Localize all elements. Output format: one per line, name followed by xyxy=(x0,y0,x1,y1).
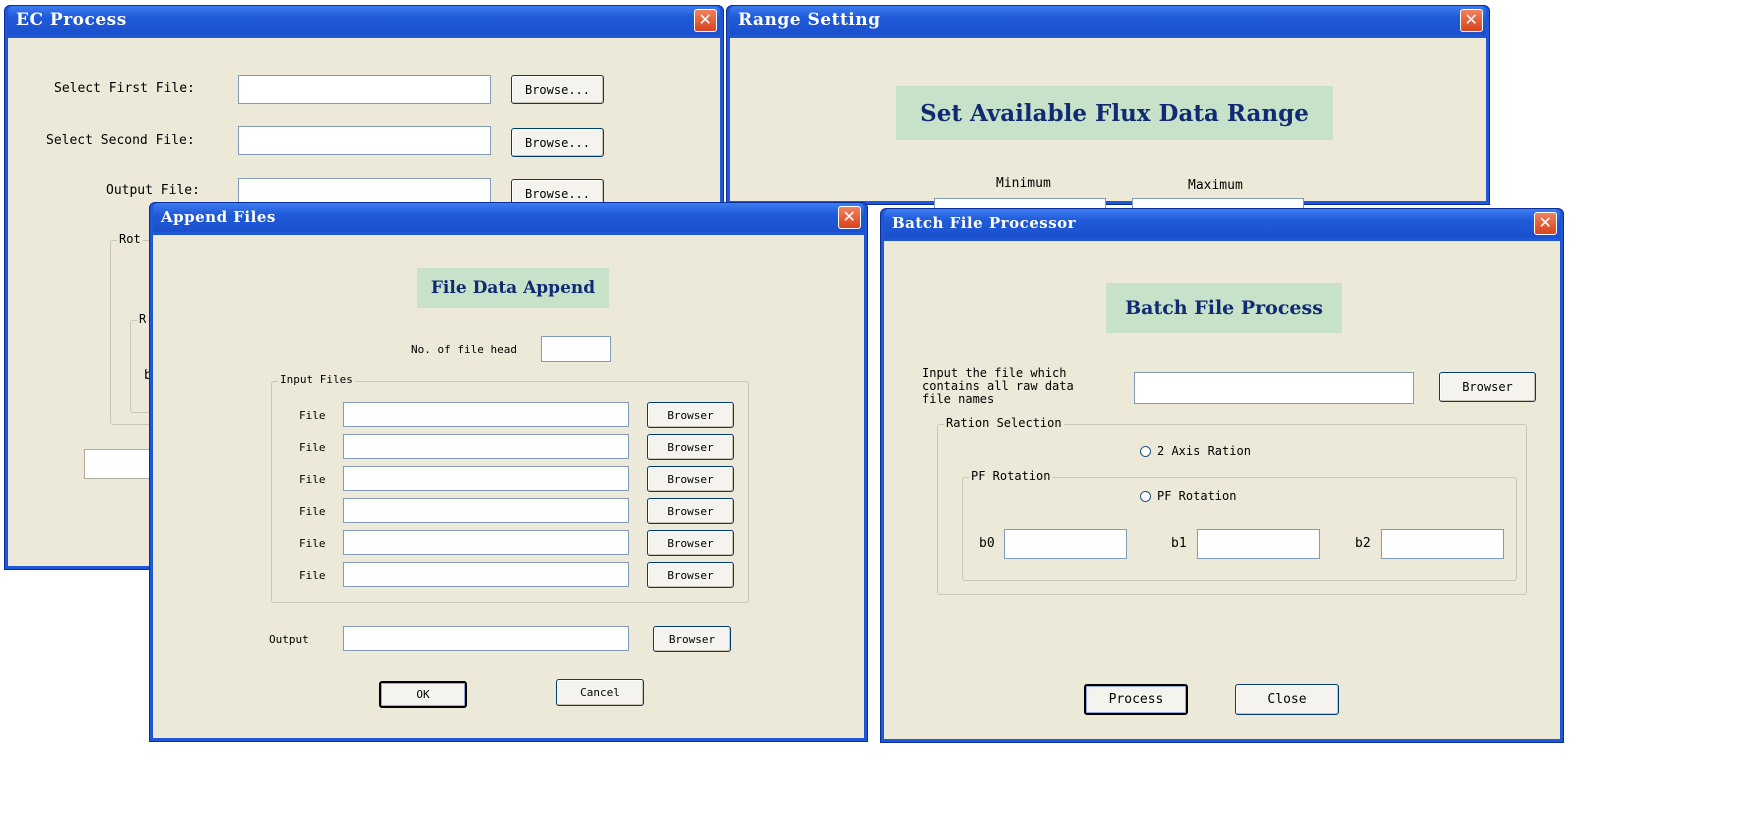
file-row-input[interactable] xyxy=(343,434,629,459)
pf-rotation-radio[interactable]: PF Rotation xyxy=(1140,489,1236,503)
range-setting-banner: Set Available Flux Data Range xyxy=(896,86,1333,140)
ec-process-titlebar[interactable]: EC Process ✕ xyxy=(8,6,720,35)
file-row-input[interactable] xyxy=(343,402,629,427)
batch-processor-close-icon[interactable]: ✕ xyxy=(1534,212,1557,235)
batch-processor-window: Batch File Processor ✕ Batch File Proces… xyxy=(880,208,1564,743)
b0-input[interactable] xyxy=(1004,529,1127,559)
cancel-button[interactable]: Cancel xyxy=(556,679,644,706)
second-file-browse-button[interactable]: Browse... xyxy=(511,128,604,157)
process-button[interactable]: Process xyxy=(1084,684,1188,715)
b1-input[interactable] xyxy=(1197,529,1320,559)
second-file-input[interactable] xyxy=(238,126,491,155)
file-row-browse-button[interactable]: Browser xyxy=(647,498,734,524)
rotation-group-label: Rot xyxy=(117,232,143,246)
input-file-label: Input the file which contains all raw da… xyxy=(922,367,1074,406)
input-files-group-label: Input Files xyxy=(278,373,355,386)
maximum-label: Maximum xyxy=(1188,178,1243,193)
file-row-browse-button[interactable]: Browser xyxy=(647,402,734,428)
pf-rotation-radio-icon[interactable] xyxy=(1140,491,1151,502)
b2-input[interactable] xyxy=(1381,529,1504,559)
ration-selection-group-label: Ration Selection xyxy=(944,416,1064,430)
batch-file-process-banner: Batch File Process xyxy=(1106,283,1342,333)
range-setting-close-icon[interactable]: ✕ xyxy=(1460,9,1483,32)
b0-label: b0 xyxy=(979,536,995,551)
first-file-label: Select First File: xyxy=(54,81,195,96)
append-files-window: Append Files ✕ File Data Append No. of f… xyxy=(149,202,868,742)
close-button[interactable]: Close xyxy=(1235,684,1339,715)
input-file-browse-button[interactable]: Browser xyxy=(1439,372,1536,402)
file-row-label: File xyxy=(299,569,326,582)
ec-process-title: EC Process xyxy=(16,10,127,30)
file-row-label: File xyxy=(299,409,326,422)
inner-rotation-group-label: R xyxy=(137,312,149,326)
output-file-label: Output File: xyxy=(106,183,200,198)
pf-rotation-radio-label: PF Rotation xyxy=(1157,489,1237,503)
b2-label: b2 xyxy=(1355,536,1371,551)
file-row-label: File xyxy=(299,537,326,550)
first-file-input[interactable] xyxy=(238,75,491,104)
range-setting-window: Range Setting ✕ Set Available Flux Data … xyxy=(726,5,1490,226)
minimum-label: Minimum xyxy=(996,176,1051,191)
file-row-input[interactable] xyxy=(343,498,629,523)
file-row-label: File xyxy=(299,441,326,454)
file-row-browse-button[interactable]: Browser xyxy=(647,530,734,556)
input-file-field[interactable] xyxy=(1134,372,1414,404)
append-files-client: File Data Append No. of file head Input … xyxy=(153,235,864,738)
axis-ration-radio-label: 2 Axis Ration xyxy=(1157,444,1251,458)
ec-process-close-icon[interactable]: ✕ xyxy=(694,9,717,32)
file-data-append-banner: File Data Append xyxy=(417,268,609,308)
axis-ration-radio-icon[interactable] xyxy=(1140,446,1151,457)
range-setting-titlebar[interactable]: Range Setting ✕ xyxy=(730,6,1486,35)
file-row-label: File xyxy=(299,505,326,518)
file-row-browse-button[interactable]: Browser xyxy=(647,466,734,492)
batch-processor-client: Batch File Process Input the file which … xyxy=(884,241,1560,739)
output-input[interactable] xyxy=(343,626,629,651)
batch-processor-title: Batch File Processor xyxy=(892,214,1077,232)
file-head-label: No. of file head xyxy=(411,343,517,356)
ok-button[interactable]: OK xyxy=(379,681,467,708)
range-setting-client: Set Available Flux Data Range Minimum Ma… xyxy=(730,38,1486,226)
pf-rotation-group-label: PF Rotation xyxy=(969,469,1053,483)
range-setting-title: Range Setting xyxy=(738,10,881,30)
batch-processor-titlebar[interactable]: Batch File Processor ✕ xyxy=(884,209,1560,238)
output-label: Output xyxy=(269,633,309,646)
append-files-titlebar[interactable]: Append Files ✕ xyxy=(153,203,864,232)
file-row-browse-button[interactable]: Browser xyxy=(647,562,734,588)
output-browse-button[interactable]: Browser xyxy=(653,626,731,652)
append-files-title: Append Files xyxy=(161,208,276,226)
file-row-label: File xyxy=(299,473,326,486)
file-row-input[interactable] xyxy=(343,562,629,587)
first-file-browse-button[interactable]: Browse... xyxy=(511,75,604,104)
append-files-close-icon[interactable]: ✕ xyxy=(838,206,861,229)
file-head-input[interactable] xyxy=(541,336,611,362)
file-row-browse-button[interactable]: Browser xyxy=(647,434,734,460)
file-row-input[interactable] xyxy=(343,530,629,555)
file-row-input[interactable] xyxy=(343,466,629,491)
b1-label: b1 xyxy=(1171,536,1187,551)
second-file-label: Select Second File: xyxy=(46,133,195,148)
axis-ration-radio[interactable]: 2 Axis Ration xyxy=(1140,444,1251,458)
